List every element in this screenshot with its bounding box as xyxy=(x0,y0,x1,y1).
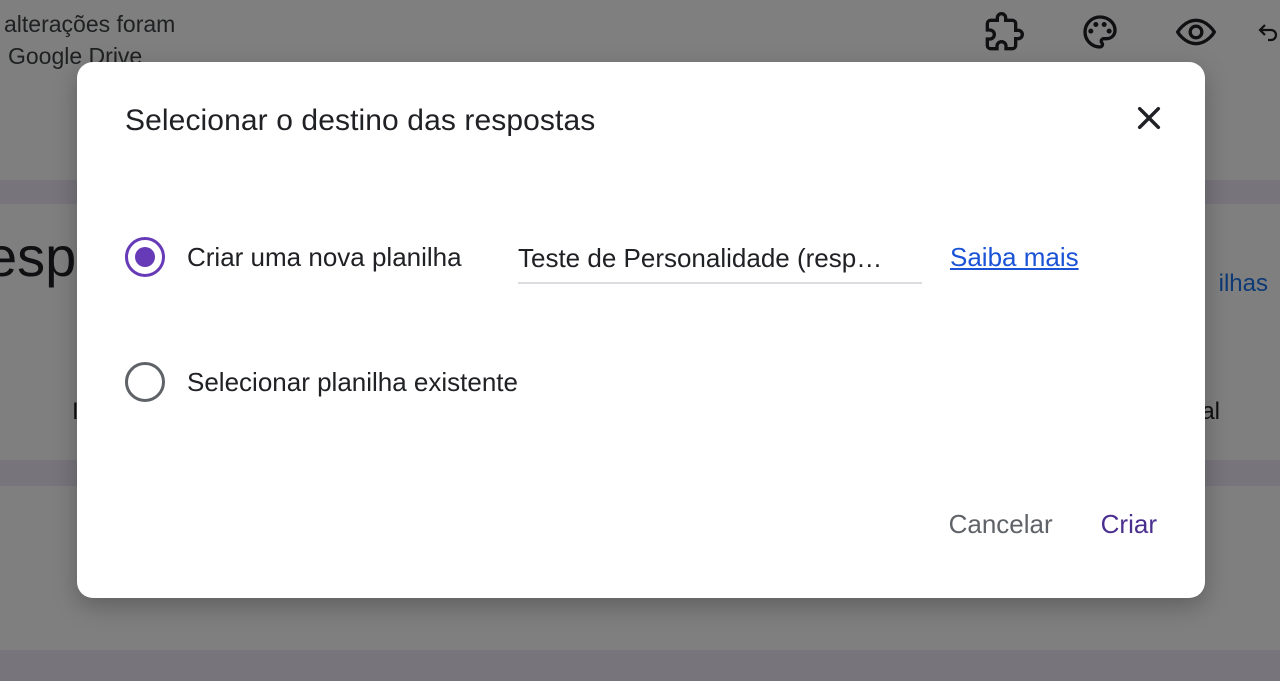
option-existing-spreadsheet[interactable]: Selecionar planilha existente xyxy=(125,362,518,402)
learn-more-link[interactable]: Saiba mais xyxy=(950,242,1079,273)
option-new-spreadsheet-label: Criar uma nova planilha xyxy=(187,241,462,272)
radio-selected-dot xyxy=(135,247,155,267)
dialog-actions: Cancelar Criar xyxy=(949,499,1157,550)
close-icon xyxy=(1137,106,1161,130)
create-button[interactable]: Criar xyxy=(1101,499,1157,550)
cancel-button[interactable]: Cancelar xyxy=(949,499,1053,550)
dialog-title: Selecionar o destino das respostas xyxy=(125,104,596,137)
option-new-spreadsheet[interactable]: Criar uma nova planilha xyxy=(125,237,462,277)
response-destination-dialog: Selecionar o destino das respostas Criar… xyxy=(77,62,1205,598)
spreadsheet-name-field[interactable] xyxy=(518,236,922,284)
radio-new-spreadsheet[interactable] xyxy=(125,237,165,277)
close-button[interactable] xyxy=(1125,94,1173,142)
spreadsheet-name-input[interactable] xyxy=(518,236,922,280)
option-existing-spreadsheet-label: Selecionar planilha existente xyxy=(187,366,518,397)
radio-existing-spreadsheet[interactable] xyxy=(125,362,165,402)
